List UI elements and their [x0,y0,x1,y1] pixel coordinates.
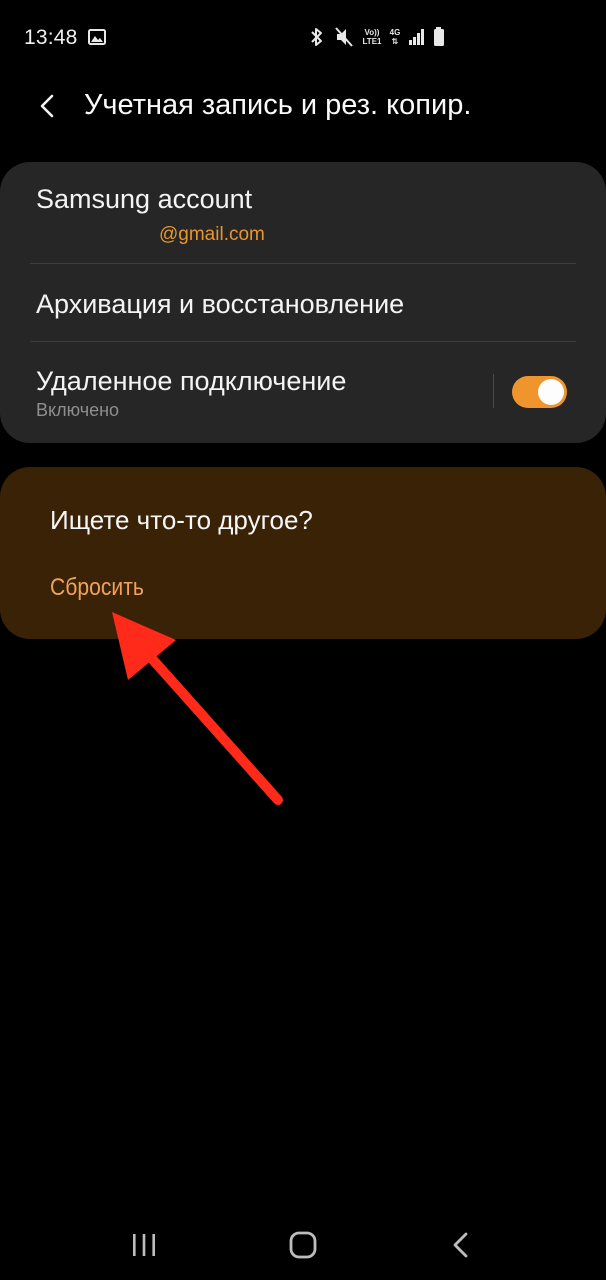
image-icon [88,29,106,45]
remote-connection-toggle[interactable] [512,376,567,408]
vertical-divider [493,374,494,408]
suggestion-card: Ищете что-то другое? Сбросить [0,467,606,639]
bluetooth-icon [311,28,322,46]
remote-connection-title: Удаленное подключение [36,366,347,396]
home-button[interactable] [283,1228,323,1262]
reset-link[interactable]: Сбросить [50,574,144,602]
status-icons: Vo)) LTE1 4G ⇅ [308,24,452,50]
status-bar: 13:48 Vo)) LTE1 4G ⇅ [0,0,606,76]
recent-apps-button[interactable] [124,1228,164,1262]
annotation-arrow-icon [112,612,283,805]
chevron-left-icon [40,94,54,118]
back-button[interactable] [32,88,64,124]
app-header: Учетная запись и рез. копир. [0,80,606,132]
volte-bottom: LTE1 [362,37,382,46]
toggle-knob [538,379,564,405]
navigation-bar [0,1210,606,1280]
remote-connection-status: Включено [36,400,120,420]
backup-restore-title: Архивация и восстановление [36,289,405,319]
nav-back-button[interactable] [441,1228,481,1262]
remote-connection-row[interactable]: Удаленное подключение Включено [0,342,606,442]
volte-top: Vo)) [364,28,380,37]
battery-icon [434,27,444,46]
data-arrows-icon: ⇅ [391,37,399,46]
samsung-account-row[interactable]: Samsung account @gmail.com [0,162,606,262]
status-time: 13:48 [24,26,78,49]
signal-icon [409,29,424,45]
home-icon [289,1231,317,1259]
network-type: 4G [389,28,401,37]
mute-icon [335,27,353,47]
page-title: Учетная запись и рез. копир. [84,89,472,121]
account-email: @gmail.com [159,224,265,245]
backup-restore-row[interactable]: Архивация и восстановление [0,264,606,340]
recent-apps-icon [133,1234,155,1256]
network-type-label: 4G ⇅ [388,28,402,46]
samsung-account-title: Samsung account [36,184,253,214]
volte-label: Vo)) LTE1 [360,28,384,46]
settings-card: Samsung account @gmail.com Архивация и в… [0,162,606,443]
suggestion-title: Ищете что-то другое? [50,505,313,535]
back-icon [453,1232,468,1258]
